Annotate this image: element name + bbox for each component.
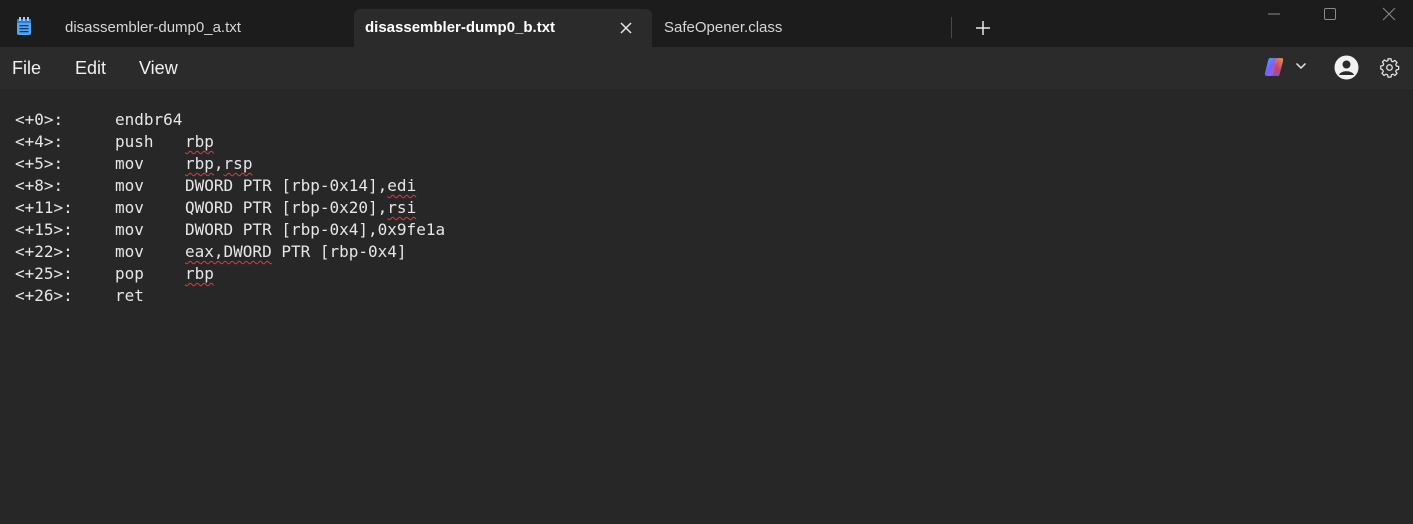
operand-text: DWORD PTR [rbp-0x4],0x9fe1a — [185, 220, 446, 239]
instruction-offset: <+5>: — [15, 154, 64, 173]
operand-text: , — [213, 154, 224, 173]
instruction-mnemonic: mov — [115, 176, 144, 195]
operand-text: QWORD PTR [rbp-0x20], — [185, 198, 388, 217]
tab-label: SafeOpener.class — [664, 19, 783, 36]
menu-edit[interactable]: Edit — [75, 47, 106, 89]
instruction-operands: rbp,rsp — [185, 153, 252, 175]
instruction-mnemonic: pop — [115, 264, 144, 283]
plus-icon[interactable] — [975, 20, 991, 36]
tab-label: disassembler-dump0_b.txt — [365, 19, 556, 36]
copilot-icon[interactable] — [1263, 56, 1285, 78]
avatar-icon[interactable] — [1334, 55, 1359, 80]
instruction-offset: <+0>: — [15, 110, 64, 129]
instruction-mnemonic: mov — [115, 154, 144, 173]
close-window-icon[interactable] — [1381, 6, 1397, 22]
close-icon[interactable] — [615, 19, 637, 37]
instruction-offset: <+15>: — [15, 220, 73, 239]
instruction-mnemonic: mov — [115, 220, 144, 239]
menu-bar: File Edit View — [0, 47, 1413, 89]
tab-disassembler-dump0-a[interactable]: disassembler-dump0_a.txt — [54, 9, 354, 47]
menu-view[interactable]: View — [139, 47, 178, 89]
misspelled-token: eax,DWORD — [185, 242, 272, 261]
misspelled-token: rbp — [185, 132, 214, 151]
instruction-offset: <+26>: — [15, 286, 73, 305]
instruction-offset: <+25>: — [15, 264, 73, 283]
instruction-mnemonic: mov — [115, 198, 144, 217]
instruction-offset: <+4>: — [15, 132, 64, 151]
operand-text: DWORD PTR [rbp-0x14], — [185, 176, 388, 195]
maximize-icon[interactable] — [1322, 6, 1338, 22]
instruction-operands: rbp — [185, 131, 214, 153]
menu-file[interactable]: File — [12, 47, 41, 89]
instruction-operands: eax,DWORD PTR [rbp-0x4] — [185, 241, 407, 263]
instruction-mnemonic: mov — [115, 242, 144, 261]
tab-disassembler-dump0-b[interactable]: disassembler-dump0_b.txt — [354, 9, 652, 47]
tab-safeopener-class[interactable]: SafeOpener.class — [653, 9, 951, 47]
instruction-operands: DWORD PTR [rbp-0x14],edi — [185, 175, 416, 197]
tab-divider — [951, 17, 952, 38]
instruction-mnemonic: endbr64 — [115, 110, 183, 129]
gear-icon[interactable] — [1379, 57, 1400, 78]
instruction-operands: DWORD PTR [rbp-0x4],0x9fe1a — [185, 219, 445, 241]
chevron-down-icon[interactable] — [1295, 61, 1307, 71]
misspelled-token: edi — [387, 176, 417, 195]
misspelled-token: rbp — [185, 264, 214, 283]
editor-text-area[interactable]: <+0>: endbr64 <+4>: push rbp <+5>: mov rbp,rsp <… — [0, 89, 1413, 524]
operand-text: PTR [rbp-0x4] — [271, 242, 407, 261]
misspelled-token: rsp — [223, 154, 253, 173]
misspelled-token: rbp — [185, 154, 214, 173]
minimize-icon[interactable] — [1266, 6, 1282, 22]
instruction-operands: rbp — [185, 263, 214, 285]
instruction-mnemonic: push — [115, 132, 154, 151]
title-bar: disassembler-dump0_a.txt disassembler-du… — [0, 0, 1413, 47]
instruction-operands: QWORD PTR [rbp-0x20],rsi — [185, 197, 416, 219]
instruction-offset: <+8>: — [15, 176, 64, 195]
notepad-icon — [17, 17, 31, 35]
misspelled-token: rsi — [387, 198, 417, 217]
tab-label: disassembler-dump0_a.txt — [65, 19, 241, 36]
instruction-offset: <+11>: — [15, 198, 73, 217]
instruction-mnemonic: ret — [115, 286, 144, 305]
instruction-offset: <+22>: — [15, 242, 73, 261]
